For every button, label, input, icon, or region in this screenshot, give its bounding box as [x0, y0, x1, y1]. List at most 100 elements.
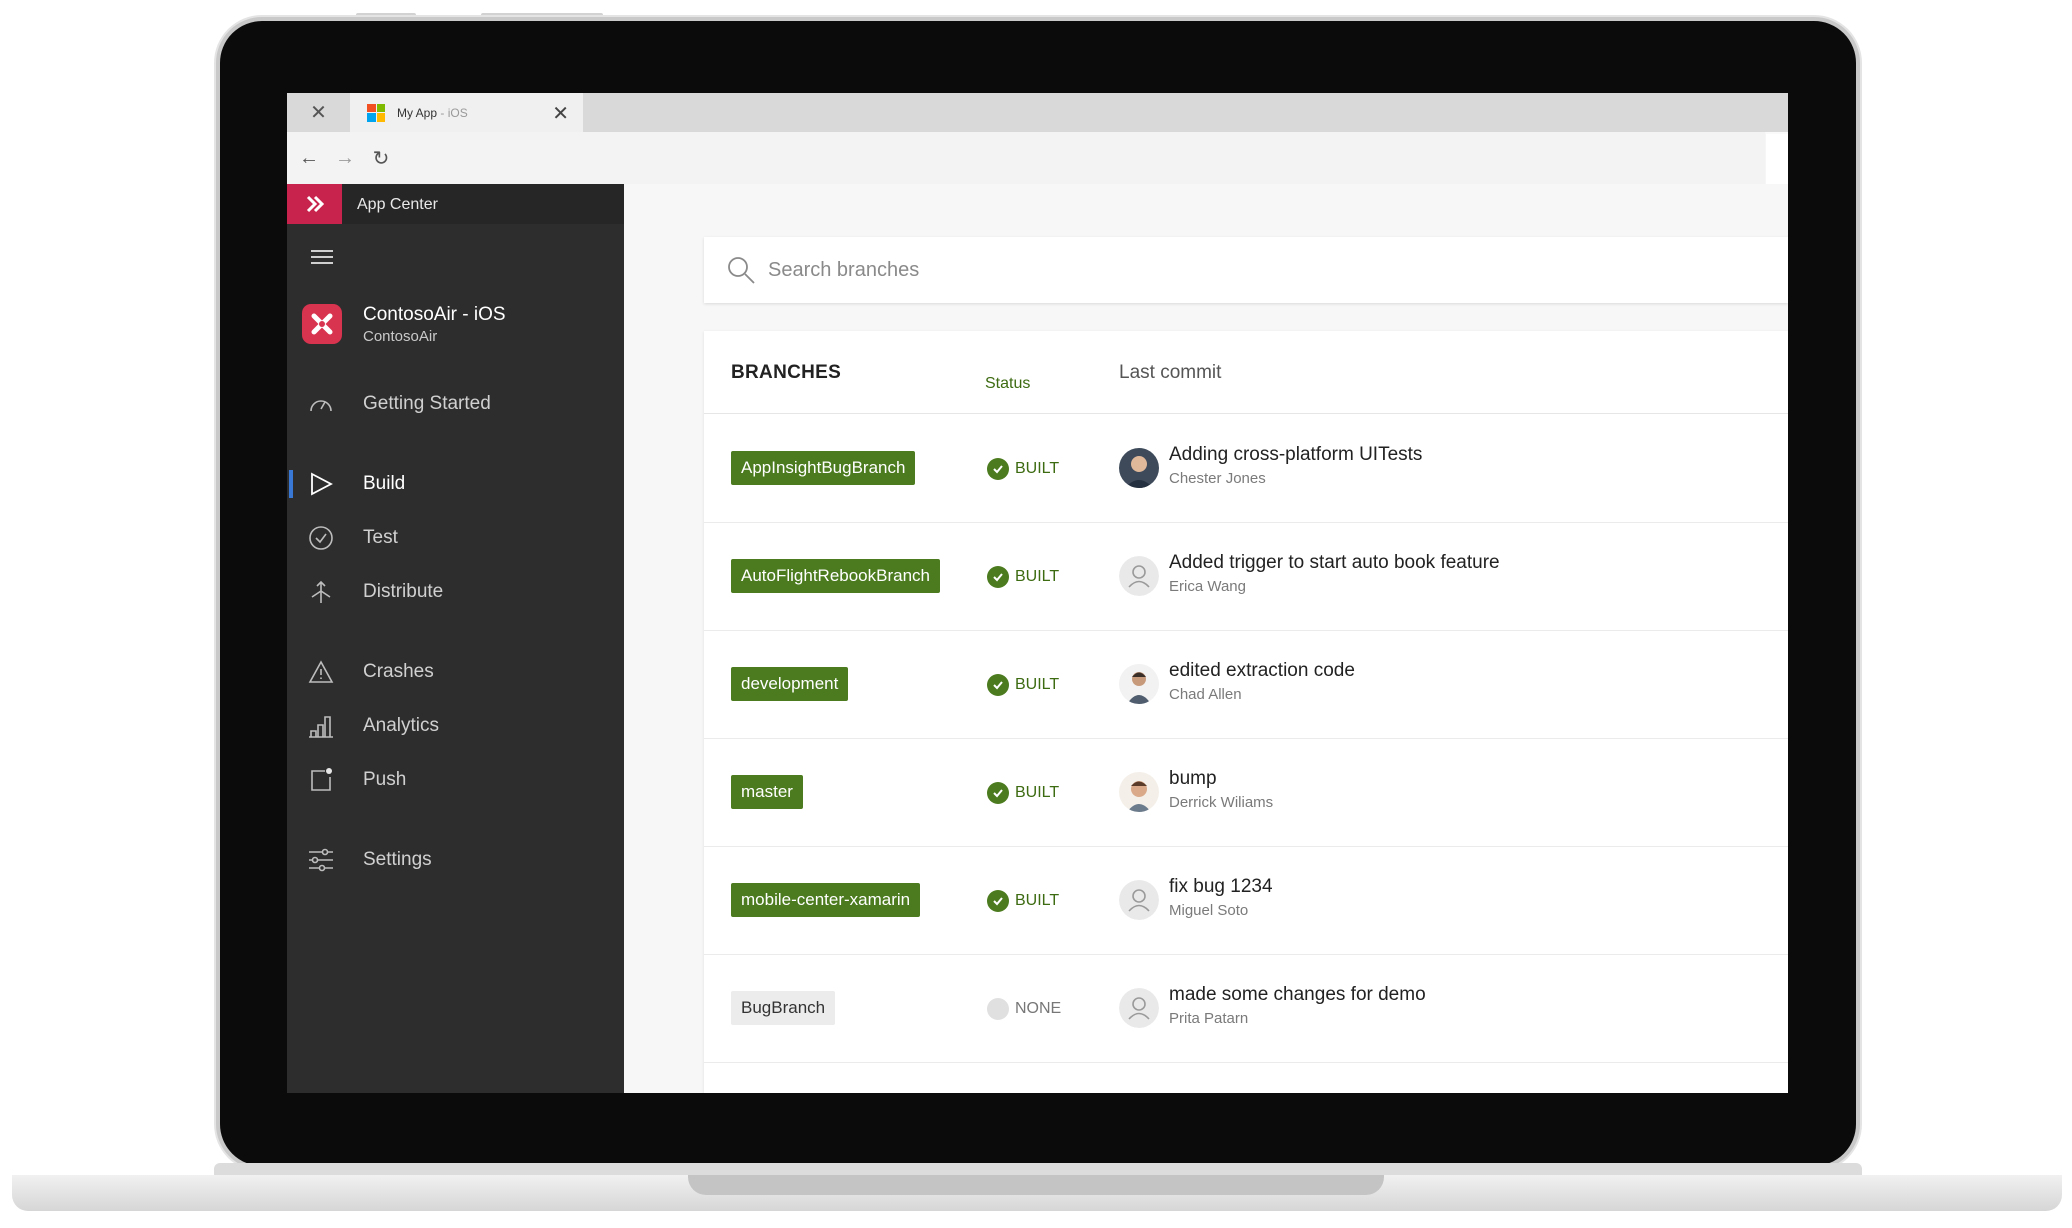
app-owner: ContosoAir — [363, 328, 438, 345]
search-placeholder: Search branches — [768, 258, 920, 281]
branch-name[interactable]: mobile-center-xamarin — [731, 883, 921, 917]
browser-tabbar: ✕ My App - iOS ✕ — [287, 93, 1788, 132]
screen: ✕ My App - iOS ✕ ← → ↻ App Center Contos… — [287, 93, 1788, 1093]
column-header-status: Status — [985, 375, 1031, 392]
avatar — [1119, 664, 1159, 704]
browser-toolbar: ← → ↻ — [287, 132, 1765, 184]
sidebar: App Center ContosoAir - iOS ContosoAir G… — [287, 184, 624, 1093]
push-notification-icon — [307, 766, 335, 794]
sidebar-item-distribute[interactable]: Distribute — [287, 570, 624, 614]
status-text: BUILT — [1015, 676, 1060, 693]
table-row[interactable]: mobile-center-xamarin BUILT fix bug 1234… — [704, 846, 1788, 955]
forward-arrow-icon[interactable]: → — [331, 147, 359, 170]
app-center-logo-icon[interactable] — [287, 184, 342, 224]
table-row[interactable]: BugBranch NONE made some changes for dem… — [704, 954, 1788, 1063]
check-icon — [987, 782, 1009, 804]
search-input[interactable]: Search branches — [704, 237, 1788, 303]
browser-tab[interactable]: My App - iOS ✕ — [350, 93, 583, 132]
status-badge: BUILT — [987, 674, 1059, 696]
sidebar-item-crashes[interactable]: Crashes — [287, 650, 624, 694]
check-icon — [987, 566, 1009, 588]
sidebar-item-analytics[interactable]: Analytics — [287, 704, 624, 748]
sidebar-item-build[interactable]: Build — [287, 462, 624, 506]
table-row[interactable]: development BUILT edited extraction code… — [704, 630, 1788, 739]
status-text: BUILT — [1015, 460, 1060, 477]
sidebar-item-label: Getting Started — [363, 393, 491, 414]
status-text: NONE — [1015, 1000, 1062, 1017]
back-arrow-icon[interactable]: ← — [295, 147, 323, 170]
commit-message: fix bug 1234 — [1169, 876, 1273, 897]
avatar-placeholder-icon — [1119, 988, 1159, 1028]
commit-message: bump — [1169, 768, 1217, 789]
microsoft-logo-icon — [367, 103, 385, 122]
column-header-branches: BRANCHES — [731, 362, 842, 383]
app-center-header: App Center — [287, 184, 624, 224]
commit-author: Chad Allen — [1169, 686, 1242, 703]
speedometer-icon — [307, 390, 335, 418]
status-badge: BUILT — [987, 458, 1059, 480]
commit-author: Derrick Wiliams — [1169, 794, 1274, 811]
close-window-icon[interactable]: ✕ — [287, 93, 350, 132]
sidebar-item-label: Crashes — [363, 661, 434, 682]
laptop-notch — [688, 1175, 1384, 1195]
sidebar-item-push[interactable]: Push — [287, 758, 624, 802]
branch-name[interactable]: BugBranch — [731, 991, 836, 1025]
app-center-title[interactable]: App Center — [357, 196, 438, 214]
play-triangle-icon — [307, 470, 335, 498]
status-text: BUILT — [1015, 784, 1060, 801]
commit-author: Miguel Soto — [1169, 902, 1249, 919]
commit-author: Erica Wang — [1169, 578, 1246, 595]
check-icon — [987, 674, 1009, 696]
column-header-last-commit: Last commit — [1119, 362, 1222, 383]
main-content: Search branches BRANCHES Status Last com… — [624, 184, 1788, 1093]
check-circle-icon — [307, 524, 335, 552]
close-tab-icon[interactable]: ✕ — [552, 101, 569, 126]
tab-title: My App - iOS — [397, 105, 468, 120]
avatar — [1119, 772, 1159, 812]
commit-message: made some changes for demo — [1169, 984, 1426, 1005]
commit-author: Prita Patarn — [1169, 1010, 1249, 1027]
branch-name[interactable]: AutoFlightRebookBranch — [731, 559, 941, 593]
sidebar-item-test[interactable]: Test — [287, 516, 624, 560]
bar-chart-icon — [307, 712, 335, 740]
search-icon — [728, 257, 755, 284]
branch-name[interactable]: master — [731, 775, 803, 809]
sidebar-item-label: Test — [363, 527, 398, 548]
branch-name[interactable]: AppInsightBugBranch — [731, 451, 916, 485]
status-badge: BUILT — [987, 890, 1059, 912]
sidebar-item-label: Push — [363, 769, 407, 790]
sidebar-item-label: Settings — [363, 849, 432, 870]
app-icon — [302, 304, 342, 344]
status-badge: BUILT — [987, 782, 1059, 804]
avatar — [1119, 448, 1159, 488]
commit-author: Chester Jones — [1169, 470, 1266, 487]
check-icon — [987, 890, 1009, 912]
sidebar-item-settings[interactable]: Settings — [287, 838, 624, 882]
sidebar-item-label: Distribute — [363, 581, 444, 602]
app-name[interactable]: ContosoAir - iOS — [363, 304, 506, 326]
status-text: BUILT — [1015, 568, 1060, 585]
table-row[interactable]: master BUILT bump Derrick Wiliams — [704, 738, 1788, 847]
sidebar-item-label: Analytics — [363, 715, 440, 736]
toolbar-edge — [1766, 134, 1788, 184]
distribute-arrows-icon — [307, 578, 335, 606]
check-icon — [987, 458, 1009, 480]
table-row[interactable]: AppInsightBugBranch BUILT Adding cross-p… — [704, 414, 1788, 523]
avatar-placeholder-icon — [1119, 880, 1159, 920]
sliders-icon — [307, 846, 335, 874]
branches-table: BRANCHES Status Last commit AppInsightBu… — [704, 331, 1788, 1093]
avatar-placeholder-icon — [1119, 556, 1159, 596]
status-text: BUILT — [1015, 892, 1060, 909]
commit-message: Adding cross-platform UITests — [1169, 444, 1423, 465]
sidebar-item-label: Build — [363, 473, 406, 494]
status-badge: NONE — [987, 998, 1061, 1020]
table-row[interactable]: AutoFlightRebookBranch BUILT Added trigg… — [704, 522, 1788, 631]
empty-status-icon — [987, 998, 1009, 1020]
branch-name[interactable]: development — [731, 667, 849, 701]
commit-message: Added trigger to start auto book feature — [1169, 552, 1500, 573]
hamburger-menu-icon[interactable] — [311, 250, 333, 264]
sidebar-item-getting-started[interactable]: Getting Started — [287, 382, 624, 426]
commit-message: edited extraction code — [1169, 660, 1355, 681]
refresh-icon[interactable]: ↻ — [367, 146, 395, 171]
status-badge: BUILT — [987, 566, 1059, 588]
